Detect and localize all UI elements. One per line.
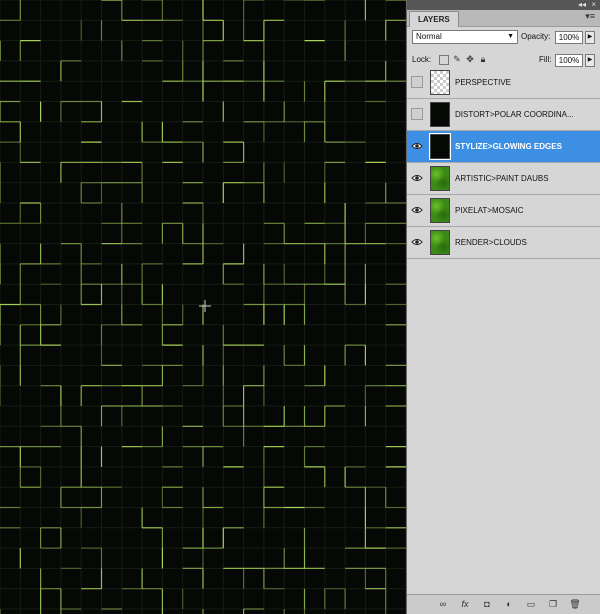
panel-bottom-bar: ∞ fx ◘ ◐ ▭ ❐ 🗑︎ <box>407 594 600 614</box>
new-group-icon[interactable]: ▭ <box>525 598 537 610</box>
lock-position-icon[interactable]: ✥ <box>465 54 475 64</box>
collapse-icon[interactable]: ◂◂ <box>578 0 586 10</box>
layer-thumbnail <box>430 166 450 191</box>
fill-input[interactable]: 100% <box>555 54 583 67</box>
link-layers-icon[interactable]: ∞ <box>437 598 449 610</box>
blend-mode-value: Normal <box>416 32 442 41</box>
eye-icon[interactable] <box>411 236 423 248</box>
visibility-off-box[interactable] <box>411 108 423 120</box>
fill-arrow-icon[interactable]: ▶ <box>585 54 595 67</box>
layer-thumbnail <box>430 198 450 223</box>
layer-name: ARTISTIC>PAINT DAUBS <box>455 174 549 183</box>
layer-thumbnail <box>430 70 450 95</box>
layer-name: RENDER>CLOUDS <box>455 238 527 247</box>
layer-row[interactable]: RENDER>CLOUDS <box>407 227 600 259</box>
opacity-arrow-icon[interactable]: ▶ <box>585 31 595 44</box>
lock-all-icon[interactable]: 🔒︎ <box>478 54 488 64</box>
document-canvas[interactable] <box>0 0 406 614</box>
layer-name: PERSPECTIVE <box>455 78 512 87</box>
layer-row[interactable]: PIXELAT>MOSAIC <box>407 195 600 227</box>
layer-style-icon[interactable]: fx <box>459 598 471 610</box>
visibility-off-box[interactable] <box>411 76 423 88</box>
tab-layers[interactable]: LAYERS <box>409 11 459 27</box>
layer-thumbnail <box>430 102 450 127</box>
layer-row[interactable]: ARTISTIC>PAINT DAUBS <box>407 163 600 195</box>
layer-name: PIXELAT>MOSAIC <box>455 206 524 215</box>
close-panel-icon[interactable]: × <box>591 0 596 10</box>
panel-menu-icon[interactable]: ▾≡ <box>585 11 595 22</box>
opacity-label: Opacity: <box>521 32 551 41</box>
adjustment-layer-icon[interactable]: ◐ <box>503 598 515 610</box>
eye-icon[interactable] <box>411 172 423 184</box>
layer-row[interactable]: DISTORT>POLAR COORDINA... <box>407 99 600 131</box>
eye-icon[interactable] <box>411 140 423 152</box>
new-layer-icon[interactable]: ❐ <box>547 598 559 610</box>
blend-row: Normal ▼ Opacity: 100% ▶ <box>407 27 600 49</box>
layer-thumbnail <box>429 133 451 160</box>
trash-icon[interactable]: 🗑︎ <box>569 598 581 610</box>
layers-panel: ◂◂ × LAYERS ▾≡ Normal ▼ Opacity: 100% ▶ … <box>406 0 600 614</box>
layer-list: PERSPECTIVE DISTORT>POLAR COORDINA... STYL… <box>407 67 600 259</box>
opacity-input[interactable]: 100% <box>555 31 583 44</box>
chevron-down-icon: ▼ <box>507 33 514 40</box>
crosshair-icon <box>199 300 211 312</box>
blend-mode-select[interactable]: Normal ▼ <box>412 30 518 44</box>
fill-label: Fill: <box>539 55 552 64</box>
layer-name: STYLIZE>GLOWING EDGES <box>455 142 562 151</box>
lock-label: Lock: <box>412 55 432 64</box>
panel-top-strip: ◂◂ × <box>407 0 600 10</box>
layer-name: DISTORT>POLAR COORDINA... <box>455 110 574 119</box>
layer-row[interactable]: PERSPECTIVE <box>407 67 600 99</box>
add-mask-icon[interactable]: ◘ <box>481 598 493 610</box>
layer-thumbnail <box>430 230 450 255</box>
lock-pixels-icon[interactable]: ✎ <box>452 54 462 64</box>
eye-icon[interactable] <box>411 204 423 216</box>
panel-tab-bar: LAYERS ▾≡ <box>407 10 600 27</box>
layer-row[interactable]: STYLIZE>GLOWING EDGES <box>407 131 600 163</box>
lock-transparency-icon[interactable] <box>439 55 449 65</box>
